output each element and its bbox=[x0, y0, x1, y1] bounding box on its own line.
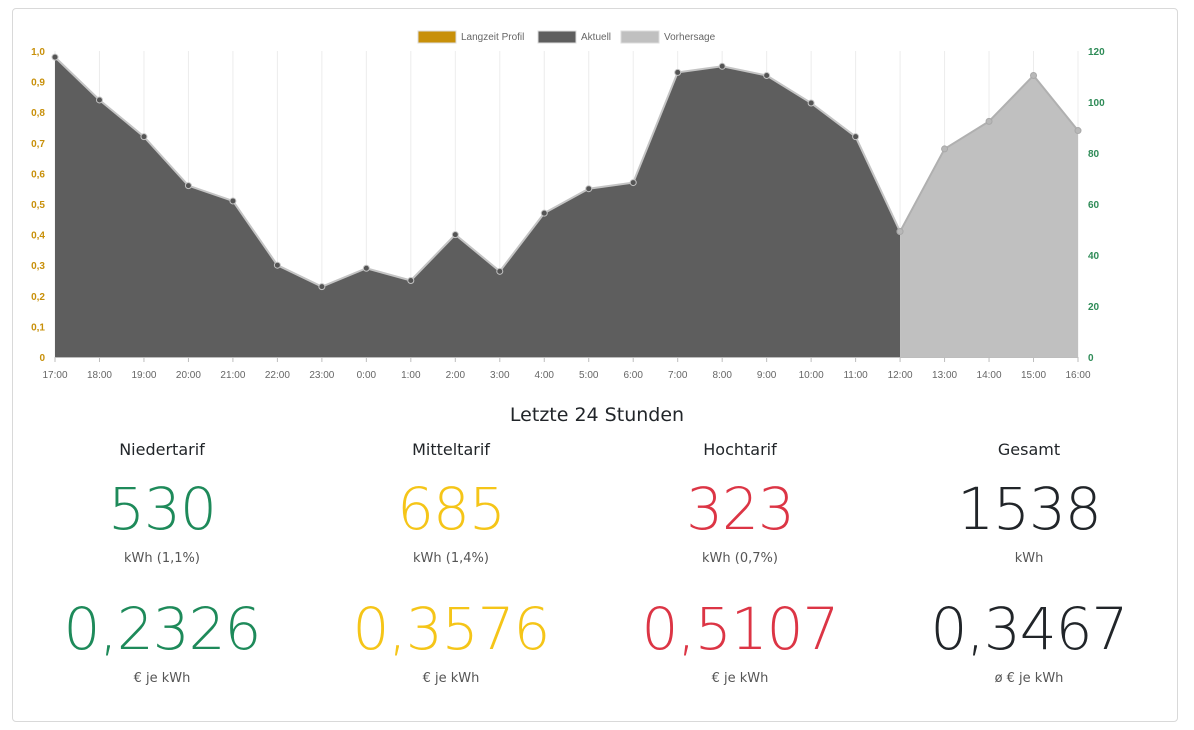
x-tick-label: 21:00 bbox=[220, 370, 245, 381]
data-point bbox=[763, 71, 771, 79]
stat-gesamt: Gesamt 1538 kWh 0,3467 ø € je kWh bbox=[884, 436, 1174, 690]
x-tick-label: 12:00 bbox=[888, 370, 913, 381]
data-point bbox=[140, 133, 148, 141]
stat-hochtarif: Hochtarif 323 kWh (0,7%) 0,5107 € je kWh bbox=[595, 436, 885, 690]
y-right-tick-label: 80 bbox=[1088, 149, 1100, 160]
data-point bbox=[1074, 127, 1082, 135]
stat-price-value: 0,3467 bbox=[930, 595, 1129, 663]
y-left-tick-label: 1,0 bbox=[31, 47, 45, 58]
stat-header: Gesamt bbox=[997, 440, 1061, 459]
stat-price-value: 0,5107 bbox=[641, 595, 840, 663]
data-point bbox=[407, 277, 415, 284]
data-point bbox=[362, 264, 370, 272]
y-left-tick-label: 0,2 bbox=[31, 292, 45, 303]
legend-label: Vorhersage bbox=[664, 32, 716, 43]
data-point bbox=[540, 209, 548, 217]
stat-kwh-value: 685 bbox=[397, 475, 506, 543]
x-tick-label: 2:00 bbox=[446, 370, 466, 381]
y-left-tick-label: 0,1 bbox=[31, 322, 45, 333]
y-left-tick-label: 0,4 bbox=[31, 231, 45, 242]
series-area-aktuell bbox=[55, 57, 901, 358]
x-tick-label: 20:00 bbox=[176, 370, 201, 381]
y-left-tick-label: 0,3 bbox=[31, 261, 45, 272]
data-point bbox=[95, 96, 103, 104]
stat-price-value: 0,3576 bbox=[352, 595, 551, 663]
data-point bbox=[51, 53, 59, 61]
data-point bbox=[807, 99, 815, 107]
data-point bbox=[674, 68, 682, 76]
stat-kwh-value: 530 bbox=[108, 475, 217, 543]
data-point bbox=[273, 261, 281, 269]
y-left-tick-label: 0,9 bbox=[31, 78, 45, 89]
x-tick-label: 18:00 bbox=[87, 370, 112, 381]
x-tick-label: 5:00 bbox=[579, 370, 599, 381]
summary-title: Letzte 24 Stunden bbox=[509, 404, 685, 426]
x-tick-label: 14:00 bbox=[977, 370, 1002, 381]
stat-header: Niedertarif bbox=[119, 440, 205, 459]
x-tick-label: 23:00 bbox=[309, 370, 334, 381]
y-right-tick-label: 0 bbox=[1088, 353, 1094, 364]
stat-kwh-value: 1538 bbox=[957, 475, 1102, 543]
stat-kwh-unit: kWh (0,7%) bbox=[702, 551, 778, 566]
x-tick-label: 16:00 bbox=[1065, 370, 1090, 381]
stat-price-unit: € je kWh bbox=[133, 671, 191, 686]
stat-price-unit: € je kWh bbox=[711, 671, 769, 686]
energy-area-chart: 0 0,1 0,2 0,3 0,4 0,5 0,6 0,7 0,8 0,9 1,0 0 20 40 60 80… bbox=[31, 30, 1105, 381]
y-right-tick-label: 20 bbox=[1088, 302, 1100, 313]
y-left-tick-label: 0,7 bbox=[31, 139, 45, 150]
data-point bbox=[941, 145, 949, 153]
data-point bbox=[629, 179, 637, 187]
x-tick-label: 4:00 bbox=[535, 370, 555, 381]
data-point bbox=[184, 182, 192, 190]
x-tick-label: 22:00 bbox=[265, 370, 290, 381]
x-tick-label: 3:00 bbox=[490, 370, 510, 381]
y-left-tick-label: 0,5 bbox=[31, 200, 45, 211]
legend-swatch bbox=[537, 30, 577, 44]
x-tick-label: 11:00 bbox=[843, 370, 868, 381]
x-tick-label: 13:00 bbox=[932, 370, 957, 381]
data-point bbox=[896, 228, 904, 236]
data-point bbox=[852, 133, 860, 141]
x-tick-label: 7:00 bbox=[668, 370, 688, 381]
data-point bbox=[229, 197, 237, 205]
data-point bbox=[718, 62, 726, 70]
stat-price-unit: ø € je kWh bbox=[994, 671, 1064, 686]
y-right-tick-label: 100 bbox=[1088, 98, 1105, 109]
stat-kwh-unit: kWh (1,1%) bbox=[124, 551, 200, 566]
y-right-tick-label: 120 bbox=[1088, 47, 1105, 58]
x-tick-label: 17:00 bbox=[42, 370, 67, 381]
x-tick-label: 1:00 bbox=[401, 370, 421, 381]
stat-kwh-value: 323 bbox=[686, 475, 795, 543]
x-tick-label: 9:00 bbox=[757, 370, 777, 381]
legend-label: Langzeit Profil bbox=[461, 32, 524, 43]
x-tick-label: 19:00 bbox=[131, 370, 156, 381]
stat-header: Mitteltarif bbox=[412, 440, 490, 459]
stat-kwh-unit: kWh (1,4%) bbox=[413, 551, 489, 566]
stat-kwh-unit: kWh bbox=[1014, 551, 1044, 566]
data-point bbox=[1030, 71, 1038, 79]
data-point bbox=[585, 185, 593, 193]
legend-swatch bbox=[417, 30, 457, 44]
stat-price-value: 0,2326 bbox=[63, 595, 262, 663]
x-tick-label: 15:00 bbox=[1021, 370, 1046, 381]
y-right-tick-label: 40 bbox=[1088, 251, 1100, 262]
stat-niedertarif: Niedertarif 530 kWh (1,1%) 0,2326 € je k… bbox=[17, 436, 307, 690]
y-left-tick-label: 0,6 bbox=[31, 169, 45, 180]
stat-header: Hochtarif bbox=[703, 440, 777, 459]
legend-swatch bbox=[620, 30, 660, 44]
y-left-tick-label: 0 bbox=[39, 353, 45, 364]
x-tick-label: 6:00 bbox=[623, 370, 643, 381]
legend-label: Aktuell bbox=[581, 32, 611, 43]
data-point bbox=[496, 267, 504, 275]
y-left-tick-label: 0,8 bbox=[31, 108, 45, 119]
data-point bbox=[318, 283, 326, 291]
x-tick-label: 8:00 bbox=[712, 370, 732, 381]
stat-mitteltarif: Mitteltarif 685 kWh (1,4%) 0,3576 € je k… bbox=[306, 436, 596, 690]
data-point bbox=[451, 231, 459, 239]
x-tick-label: 10:00 bbox=[799, 370, 824, 381]
stat-price-unit: € je kWh bbox=[422, 671, 480, 686]
x-tick-label: 0:00 bbox=[357, 370, 377, 381]
data-point bbox=[985, 117, 993, 125]
y-right-tick-label: 60 bbox=[1088, 200, 1100, 211]
